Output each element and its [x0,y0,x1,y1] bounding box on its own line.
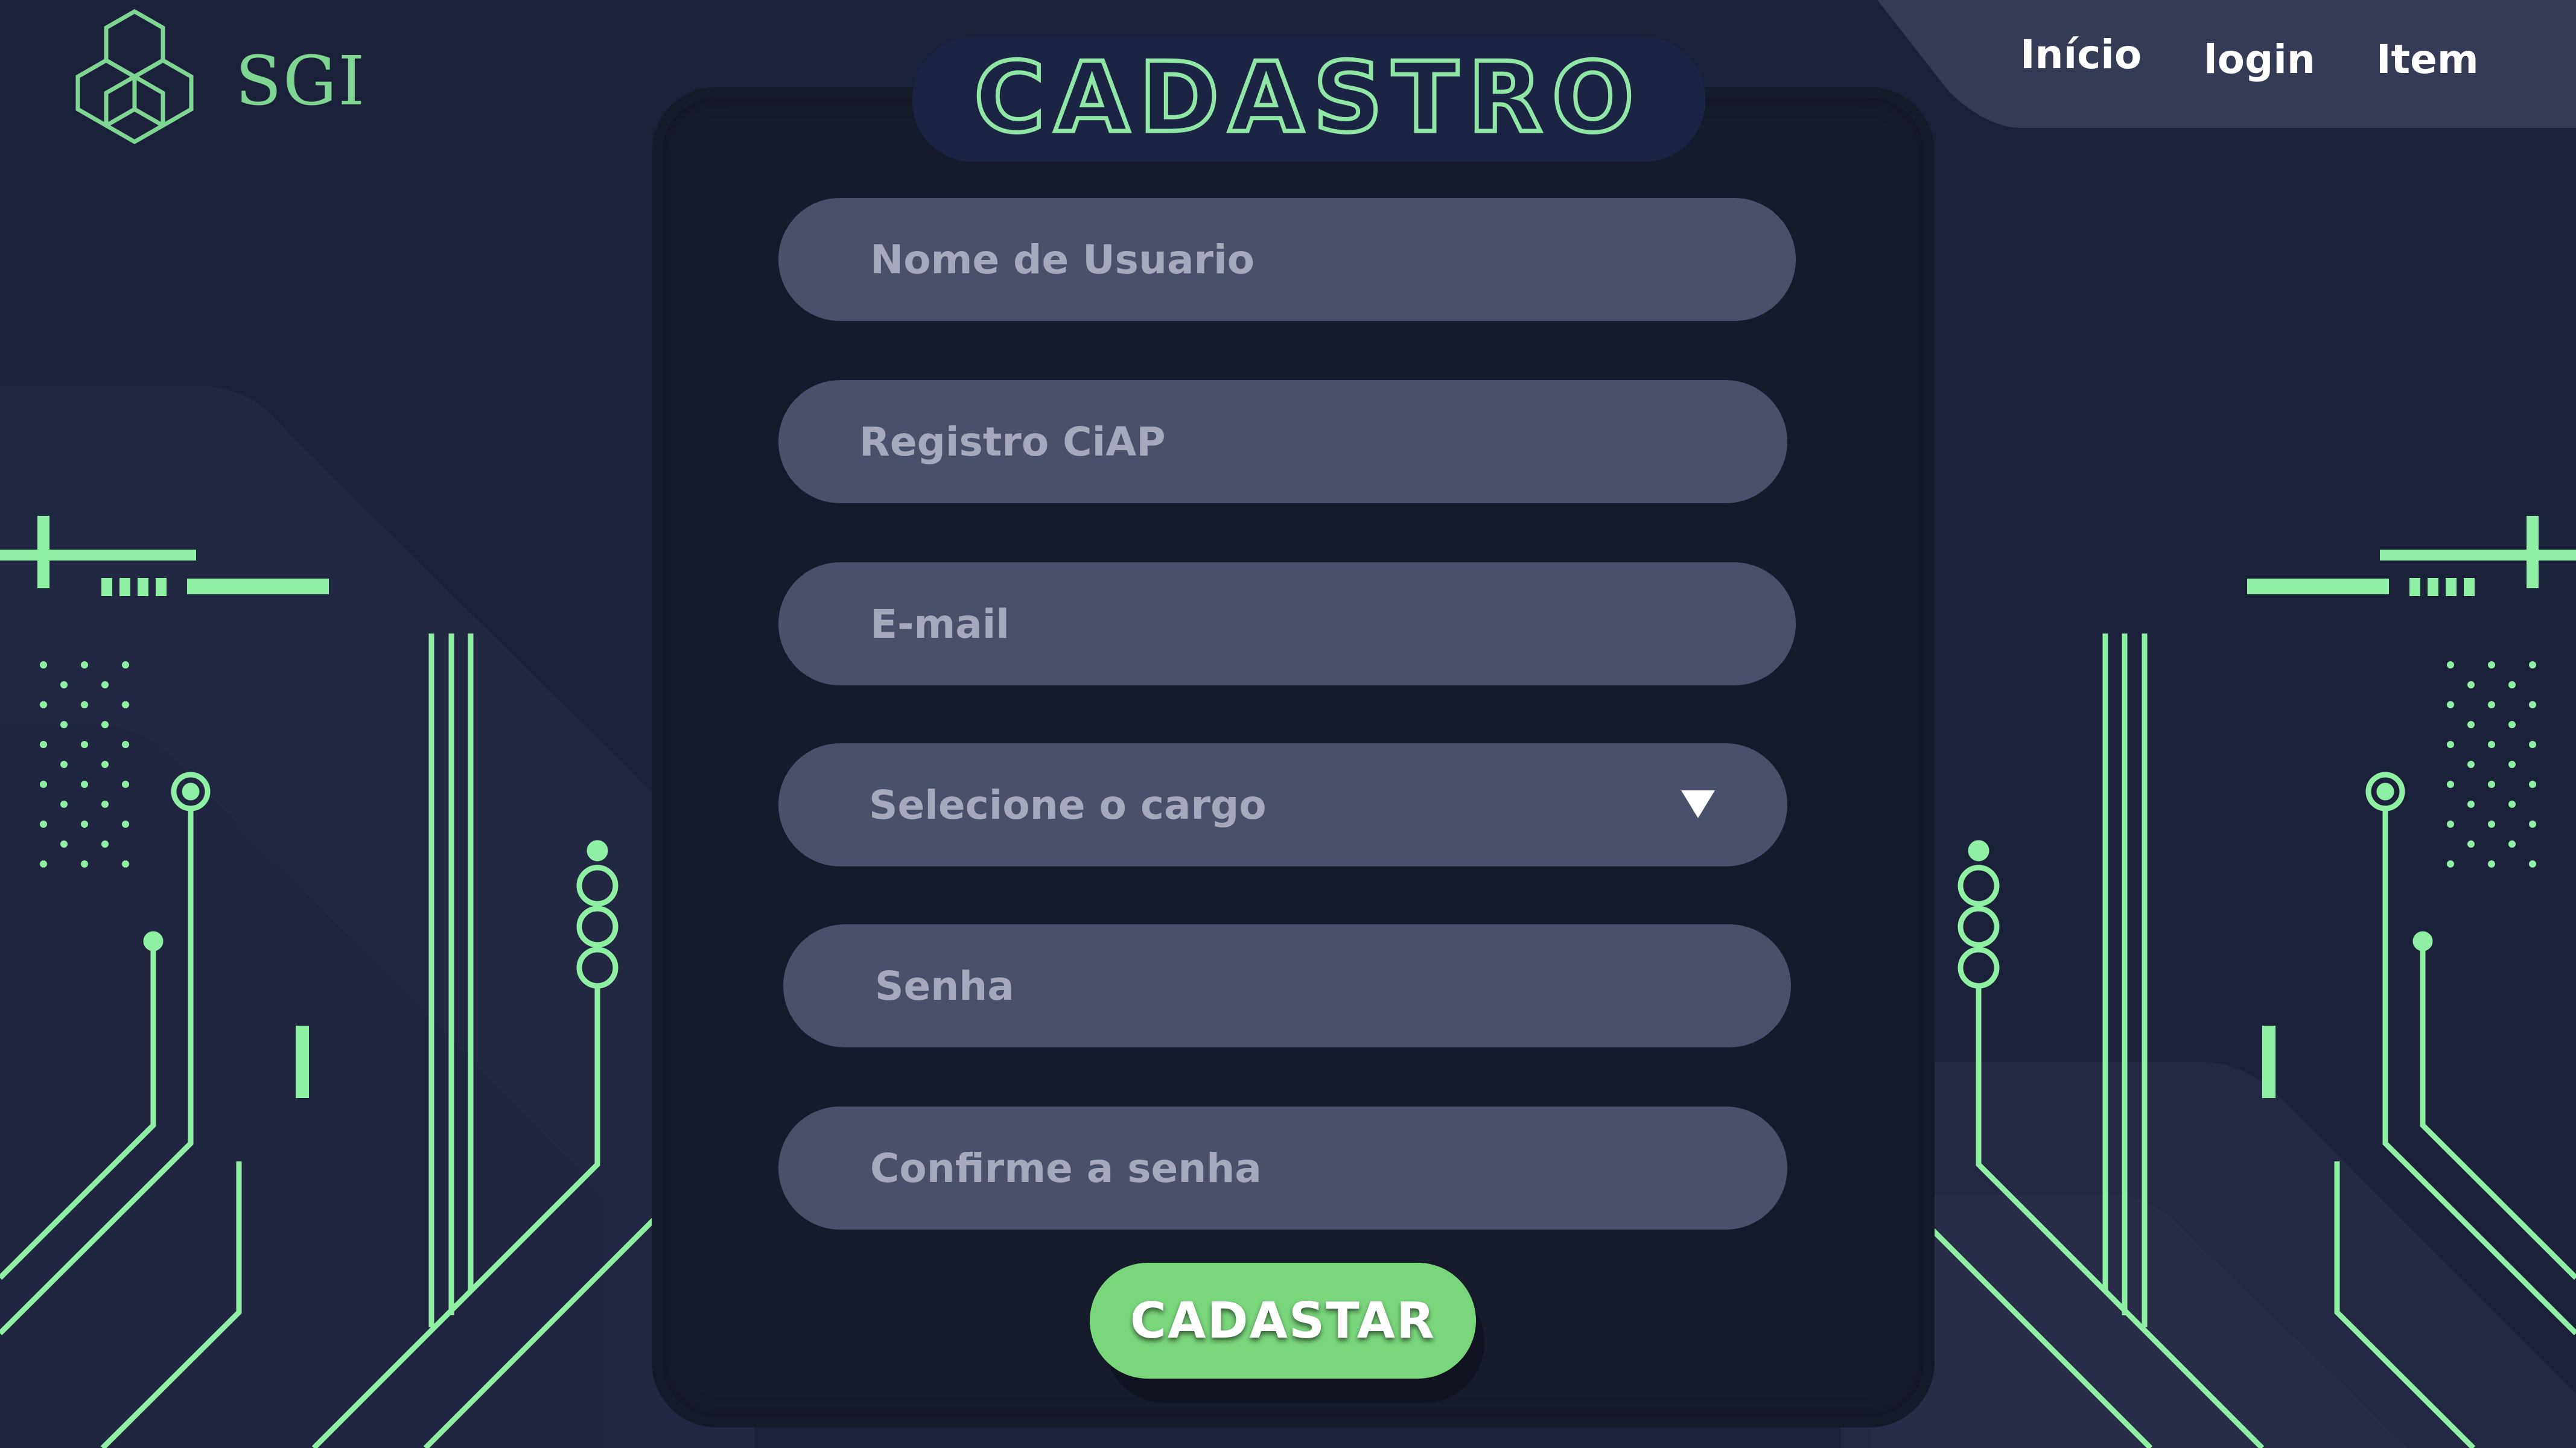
brand-name: SGI [235,42,366,121]
nav-link-inicio[interactable]: Início [2020,31,2142,78]
page-title: CADASTRO [972,41,1644,154]
email-input[interactable] [869,600,1796,648]
password-input[interactable] [874,962,1791,1010]
registry-field[interactable] [778,380,1787,503]
username-field[interactable] [778,198,1796,321]
caret-down-icon [1681,790,1715,818]
username-input[interactable] [869,235,1796,284]
role-select-value: Selecione o cargo [869,781,1267,828]
role-select[interactable]: Selecione o cargo [778,743,1787,866]
password-field[interactable] [783,924,1791,1047]
email-field[interactable] [778,562,1796,685]
confirm-password-input[interactable] [869,1144,1787,1192]
hexagon-cubes-icon [75,8,194,145]
confirm-password-field[interactable] [778,1107,1787,1230]
registry-input[interactable] [858,418,1787,466]
nav-link-login[interactable]: login [2204,36,2315,83]
nav-link-item[interactable]: Item [2376,36,2479,83]
submit-button[interactable]: CADASTAR [1090,1263,1476,1379]
